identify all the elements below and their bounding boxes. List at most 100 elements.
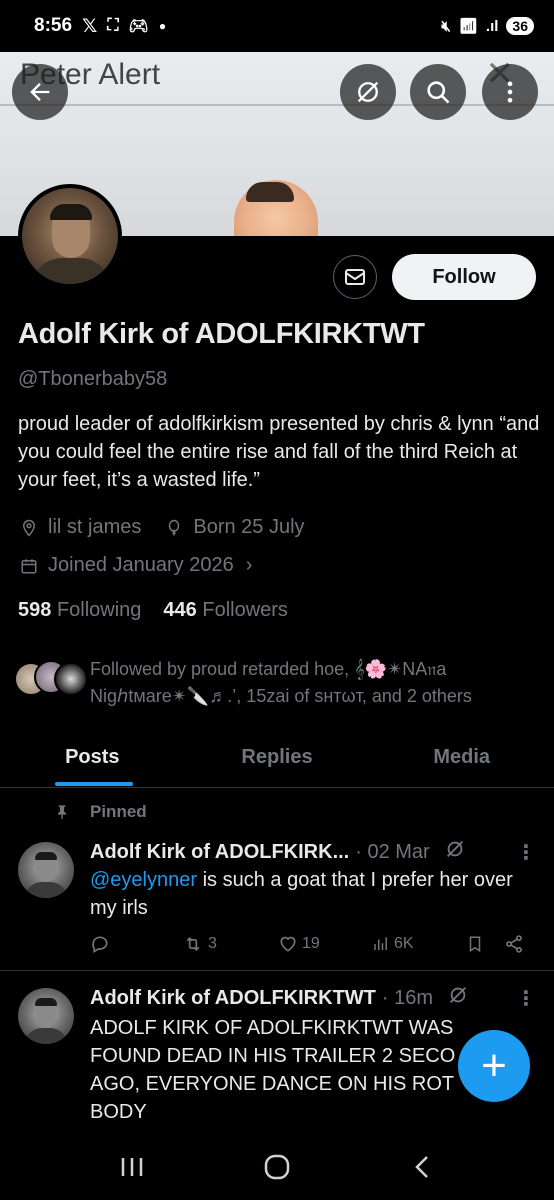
views-icon	[374, 937, 387, 950]
mail-icon	[345, 269, 365, 285]
location-text: lil st james	[48, 516, 142, 538]
home-icon	[264, 1154, 290, 1180]
avatar	[54, 662, 88, 696]
avatar-hair	[50, 204, 92, 220]
profile-meta-row: lil st james Born 25 July	[18, 516, 305, 539]
tab-replies[interactable]: Replies	[185, 728, 370, 787]
message-button[interactable]	[333, 255, 377, 299]
tab-media[interactable]: Media	[369, 728, 554, 787]
tweet-text: @eyelynner is such a goat that I prefer …	[90, 866, 522, 922]
grok-icon[interactable]	[444, 838, 466, 866]
tweet-header: Adolf Kirk of ADOLFKIRKTWT · 16m	[90, 984, 469, 1012]
status-time: 8:56	[34, 15, 73, 36]
banner-character-hair	[246, 182, 294, 202]
views-count: 6K	[394, 935, 414, 952]
chevron-right-icon: ›	[245, 554, 253, 576]
retweet-icon	[186, 936, 200, 952]
pin-icon	[58, 805, 66, 820]
banner-divider	[0, 104, 554, 106]
avatar-body	[32, 258, 110, 284]
gamepad-icon: 🎮︎	[128, 18, 149, 35]
compose-button[interactable]: +	[458, 1030, 530, 1102]
bookmark-icon	[469, 936, 481, 953]
tweet-author-name[interactable]: Adolf Kirk of ADOLFKIRK...	[90, 841, 349, 864]
retweet-button[interactable]: 3	[182, 934, 217, 954]
grok-icon[interactable]	[447, 984, 469, 1012]
follow-button[interactable]: Follow	[392, 254, 536, 300]
tweet-author-name[interactable]: Adolf Kirk of ADOLFKIRKTWT	[90, 987, 376, 1010]
dot-icon: ●	[158, 19, 167, 33]
tweet-more-icon[interactable]: ⋮	[516, 840, 536, 865]
tweet-time[interactable]: · 16m	[382, 987, 433, 1010]
mention-link[interactable]: @eyelynner	[90, 869, 197, 891]
battery-badge: 36	[506, 17, 534, 35]
reply-button[interactable]	[90, 934, 110, 954]
arrow-left-icon	[30, 83, 50, 101]
profile-tabs: Posts Replies Media	[0, 728, 554, 788]
following-label: Following	[56, 599, 142, 621]
avatar-body	[24, 882, 68, 898]
search-button[interactable]	[410, 64, 466, 120]
like-count: 19	[302, 935, 320, 952]
calendar-icon	[18, 557, 40, 575]
active-tab-indicator	[55, 782, 133, 786]
followers-link[interactable]: 446 Followers	[163, 599, 288, 622]
tweet-actions: 3 19 6K	[90, 934, 530, 958]
back-button[interactable]	[12, 64, 68, 120]
grok-button[interactable]	[340, 64, 396, 120]
avatar-hair	[35, 998, 57, 1006]
retweet-count: 3	[208, 935, 217, 952]
home-button[interactable]	[247, 1147, 307, 1187]
mute-icon: 🔇︎	[441, 17, 451, 35]
avatar-hair	[35, 852, 57, 860]
balloon-icon	[163, 518, 185, 538]
tweet-header: Adolf Kirk of ADOLFKIRK... · 02 Mar	[90, 838, 466, 866]
system-nav-bar	[0, 1134, 554, 1200]
back-nav-button[interactable]	[392, 1147, 452, 1187]
screenshot-icon: ⛶	[107, 17, 119, 34]
tweet-text: ADOLF KIRK OF ADOLFKIRKTWT WAS FOUND DEA…	[90, 1017, 456, 1123]
tab-posts[interactable]: Posts	[0, 728, 185, 787]
joined-text: Joined January 2026	[48, 554, 234, 576]
user-handle: @Tbonerbaby58	[18, 368, 168, 390]
joined-row[interactable]: Joined January 2026 ›	[18, 554, 252, 577]
bookmark-button[interactable]	[466, 934, 484, 954]
profile-bio: proud leader of adolfkirkism presented b…	[18, 413, 540, 491]
chevron-left-icon	[414, 1156, 428, 1178]
tweet-divider	[0, 970, 554, 971]
pinned-text: Pinned	[90, 802, 147, 821]
display-name: Adolf Kirk of ADOLFKIRKTWT	[18, 318, 425, 350]
followers-label: Followers	[202, 599, 288, 621]
following-count: 598	[18, 599, 52, 621]
tweet-time[interactable]: · 02 Mar	[355, 841, 429, 864]
tweet-more-icon[interactable]: ⋮	[516, 986, 536, 1011]
followed-by-text: Followed by proud retarded hoe, 𝄞🌸✴NA𝔫a …	[90, 659, 472, 706]
recent-apps-button[interactable]	[102, 1147, 162, 1187]
views-button[interactable]: 6K	[372, 934, 414, 954]
following-link[interactable]: 598 Following	[18, 599, 141, 622]
avatar-body	[24, 1028, 68, 1044]
x-logo-icon: 𝕏	[82, 15, 98, 37]
profile-avatar[interactable]	[18, 184, 122, 288]
followers-count: 446	[163, 599, 197, 621]
reply-icon	[92, 936, 108, 953]
more-options-button[interactable]	[482, 64, 538, 120]
signal-icon: .ıl	[485, 17, 499, 35]
grok-icon	[357, 81, 379, 103]
follower-avatars	[14, 656, 88, 696]
more-vertical-icon	[507, 81, 513, 103]
heart-icon	[280, 936, 296, 952]
pinned-label: Pinned	[54, 802, 147, 822]
birthday-text: Born 25 July	[193, 516, 305, 538]
tweet-avatar[interactable]	[18, 988, 74, 1044]
search-icon	[427, 81, 450, 104]
status-bar: 8:56 𝕏 ⛶ 🎮︎ ● 🔇︎ 📶︎ .ıl 36	[0, 0, 554, 52]
share-icon	[506, 935, 522, 953]
share-button[interactable]	[504, 934, 524, 954]
wifi-icon: 📶︎	[458, 18, 478, 35]
tweet-avatar[interactable]	[18, 842, 74, 898]
follow-counts: 598 Following 446 Followers	[18, 599, 288, 622]
followed-by-row[interactable]: Followed by proud retarded hoe, 𝄞🌸✴NA𝔫a …	[14, 656, 544, 710]
recents-icon	[122, 1158, 143, 1176]
like-button[interactable]: 19	[278, 934, 320, 954]
